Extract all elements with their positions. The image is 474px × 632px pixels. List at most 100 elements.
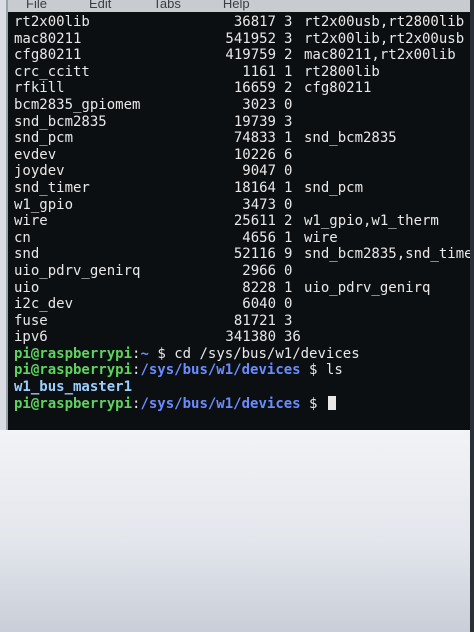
module-name: joydev [14,163,65,180]
module-name: snd_bcm2835 [14,113,107,130]
module-used-count: 2 [284,213,293,230]
module-row: cn 4656 1 wire [8,230,474,247]
module-row: rfkill 16659 2 cfg80211 [8,80,474,97]
module-row: rt2x00lib 36817 3 rt2x00usb,rt2800lib [8,14,474,31]
module-row: crc_ccitt 1161 1 rt2800lib [8,64,474,81]
module-size: 8228 [242,279,276,296]
module-row: snd_pcm 74833 1 snd_bcm2835 [8,130,474,147]
prompt-user: pi@raspberrypi [14,362,133,379]
monitor-bezel [470,0,474,632]
module-size: 3023 [242,96,276,113]
module-size: 74833 [233,130,276,147]
module-size: 9047 [242,163,276,180]
module-used-count: 2 [284,47,293,64]
module-used-count: 0 [284,96,293,113]
prompt-user: pi@raspberrypi [14,345,133,362]
module-size: 341380 [225,329,276,346]
module-used-by: rt2x00lib,rt2x00usb [304,30,465,47]
module-row: uio_pdrv_genirq 2966 0 [8,263,474,280]
module-used-by: snd_bcm2835 [304,130,397,147]
command-line-ls: pi@raspberrypi:/sys/bus/w1/devices $ ls [8,362,474,379]
prompt-path: /sys/bus/w1/devices [140,395,301,412]
module-row: ipv6 341380 36 [8,329,474,346]
module-size: 1161 [242,63,276,80]
module-used-by: rt2800lib [304,63,380,80]
module-size: 81721 [233,312,276,329]
command-line-cd: pi@raspberrypi:~ $ cd /sys/bus/w1/device… [8,346,474,363]
module-name: rfkill [14,80,65,97]
prompt-symbol: $ [148,345,175,362]
module-used-by: uio_pdrv_genirq [304,279,431,296]
module-name: ipv6 [14,329,48,346]
module-size: 4656 [242,229,276,246]
prompt-path: /sys/bus/w1/devices [140,362,301,379]
prompt-symbol: $ [300,395,326,412]
module-name: crc_ccitt [14,63,90,80]
module-row: joydev 9047 0 [8,163,474,180]
module-used-count: 1 [284,279,293,296]
menu-bar: File Edit Tabs Help [8,0,474,12]
module-row: cfg80211 419759 2 mac80211,rt2x00lib [8,47,474,64]
module-row: mac80211 541952 3 rt2x00lib,rt2x00usb [8,31,474,48]
module-size: 16659 [233,80,276,97]
module-used-count: 3 [284,312,293,329]
ls-output-line: w1_bus_master1 [14,379,133,396]
module-used-count: 0 [284,262,293,279]
terminal-window[interactable]: File Edit Tabs Help rt2x00lib 36817 3 rt2x00us… [6,0,474,430]
module-name: fuse [14,312,48,329]
module-used-by: w1_gpio,w1_therm [304,213,439,230]
module-row: wire 25611 2 w1_gpio,w1_therm [8,213,474,230]
prompt-symbol: $ [300,362,326,379]
module-name: cn [14,229,31,246]
module-size: 419759 [225,47,276,64]
module-used-count: 0 [284,296,293,313]
module-name: i2c_dev [14,296,74,313]
module-row: i2c_dev 6040 0 [8,296,474,313]
module-size: 25611 [233,213,276,230]
lsmod-output: rt2x00lib 36817 3 rt2x00usb,rt2800lib mac802… [8,14,474,346]
module-used-by: mac80211,rt2x00lib [304,47,456,64]
module-used-count: 3 [284,30,293,47]
module-size: 6040 [242,296,276,313]
text-cursor [327,395,336,410]
module-used-count: 2 [284,80,293,97]
module-size: 3473 [242,196,276,213]
module-used-count: 1 [284,179,293,196]
module-name: cfg80211 [14,47,82,64]
terminal-output[interactable]: rt2x00lib 36817 3 rt2x00usb,rt2800lib mac802… [8,14,474,430]
menu-help[interactable]: Help [223,0,250,10]
menu-edit[interactable]: Edit [89,0,111,10]
module-used-by: rt2x00usb,rt2800lib [304,14,465,30]
module-row: snd 52116 9 snd_bcm2835,snd_time [8,246,474,263]
module-used-by: wire [304,229,338,246]
module-row: snd_timer 18164 1 snd_pcm [8,180,474,197]
module-name: mac80211 [14,30,82,47]
monitor-lower-area [0,430,474,632]
module-used-count: 1 [284,63,293,80]
module-name: w1_gpio [14,196,74,213]
module-row: evdev 10226 6 [8,147,474,164]
module-row: bcm2835_gpiomem 3023 0 [8,97,474,114]
module-name: rt2x00lib [14,14,90,30]
module-used-count: 1 [284,130,293,147]
module-size: 19739 [233,113,276,130]
module-name: snd [14,246,40,263]
module-name: bcm2835_gpiomem [14,96,141,113]
module-size: 36817 [233,14,276,30]
module-used-by: cfg80211 [304,80,372,97]
module-used-by: snd_pcm [304,179,364,196]
prompt-path: ~ [140,345,149,362]
module-row: w1_gpio 3473 0 [8,197,474,214]
module-size: 2966 [242,262,276,279]
module-name: uio [14,279,40,296]
module-size: 541952 [225,30,276,47]
module-size: 18164 [233,179,276,196]
module-name: snd_timer [14,179,90,196]
module-used-count: 1 [284,229,293,246]
menu-file[interactable]: File [26,0,47,10]
menu-tabs[interactable]: Tabs [153,0,180,10]
current-prompt-line[interactable]: pi@raspberrypi:/sys/bus/w1/devices $ [8,395,474,413]
module-name: wire [14,213,48,230]
command-text: ls [325,362,343,379]
module-name: uio_pdrv_genirq [14,262,141,279]
